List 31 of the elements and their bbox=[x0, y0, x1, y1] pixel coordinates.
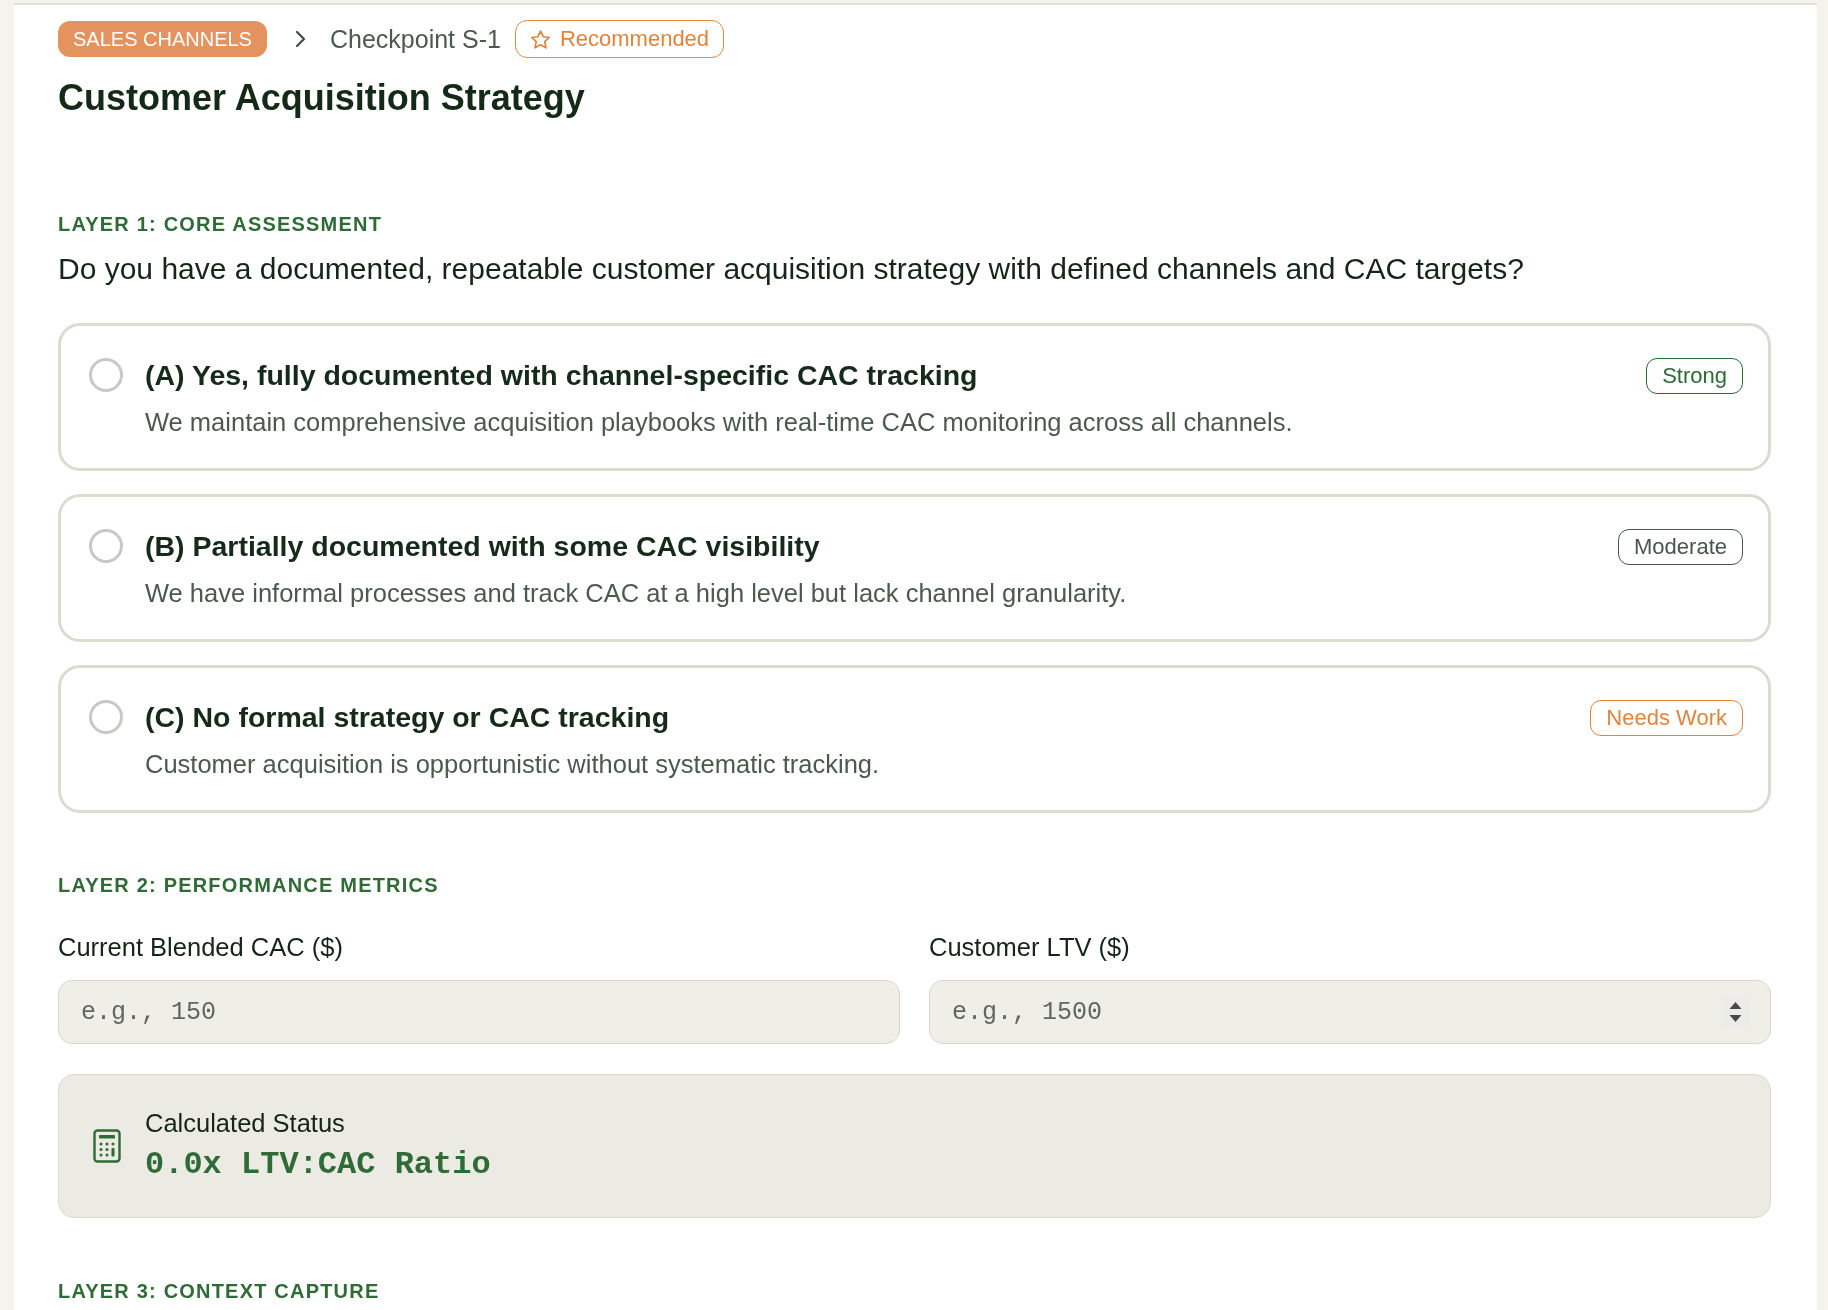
status-label: Calculated Status bbox=[145, 1108, 346, 1138]
rating-badge: Moderate bbox=[1618, 529, 1743, 565]
status-value: 0.0x LTV:CAC Ratio bbox=[145, 1146, 491, 1184]
rating-badge: Needs Work bbox=[1590, 700, 1743, 736]
calculator-icon bbox=[93, 1129, 121, 1163]
field-label: Customer LTV ($) bbox=[929, 932, 1131, 962]
question-text: Do you have a documented, repeatable customer acquisition strategy with defined channels and CAC targets? bbox=[58, 251, 1525, 287]
option-title: (A) Yes, fully documented with channel-specific CAC tracking bbox=[145, 358, 979, 393]
section-heading: LAYER 2: PERFORMANCE METRICS bbox=[58, 873, 440, 897]
page-title: Customer Acquisition Strategy bbox=[58, 77, 586, 119]
rating-badge: Strong bbox=[1646, 358, 1743, 394]
option-title: (B) Partially documented with some CAC visibility bbox=[145, 529, 821, 564]
option-card[interactable]: (B) Partially documented with some CAC visibility We have informal processes and track CAC at a high level but lack channel granularity. Moderate bbox=[58, 494, 1771, 642]
radio-button[interactable] bbox=[89, 700, 123, 734]
field-label: Current Blended CAC ($) bbox=[58, 932, 344, 962]
section-heading: LAYER 3: CONTEXT CAPTURE bbox=[58, 1279, 381, 1303]
option-card[interactable]: (A) Yes, fully documented with channel-specific CAC tracking We maintain comprehensive acquisition playbooks with real-time CAC monitoring across all channels. Strong bbox=[58, 323, 1771, 471]
option-description: We have informal processes and track CAC at a high level but lack channel granularity. bbox=[145, 578, 1128, 609]
radio-button[interactable] bbox=[89, 529, 123, 563]
option-description: We maintain comprehensive acquisition playbooks with real-time CAC monitoring across all channels. bbox=[145, 407, 1294, 438]
number-input-field[interactable]: e.g., 1500 bbox=[929, 980, 1771, 1044]
option-title: (C) No formal strategy or CAC tracking bbox=[145, 700, 671, 735]
recommended-label: Recommended bbox=[559, 26, 710, 52]
radio-button[interactable] bbox=[89, 358, 123, 392]
input-field[interactable]: e.g., 150 bbox=[58, 980, 900, 1044]
checkpoint-label: Checkpoint S-1 bbox=[329, 24, 501, 54]
section-heading: LAYER 1: CORE ASSESSMENT bbox=[58, 212, 384, 236]
option-card[interactable]: (C) No formal strategy or CAC tracking Customer acquisition is opportunistic without systematic tracking. Needs Work bbox=[58, 665, 1771, 813]
chevron-right-icon bbox=[294, 30, 306, 48]
option-description: Customer acquisition is opportunistic without systematic tracking. bbox=[145, 749, 881, 780]
star-icon bbox=[529, 28, 551, 50]
